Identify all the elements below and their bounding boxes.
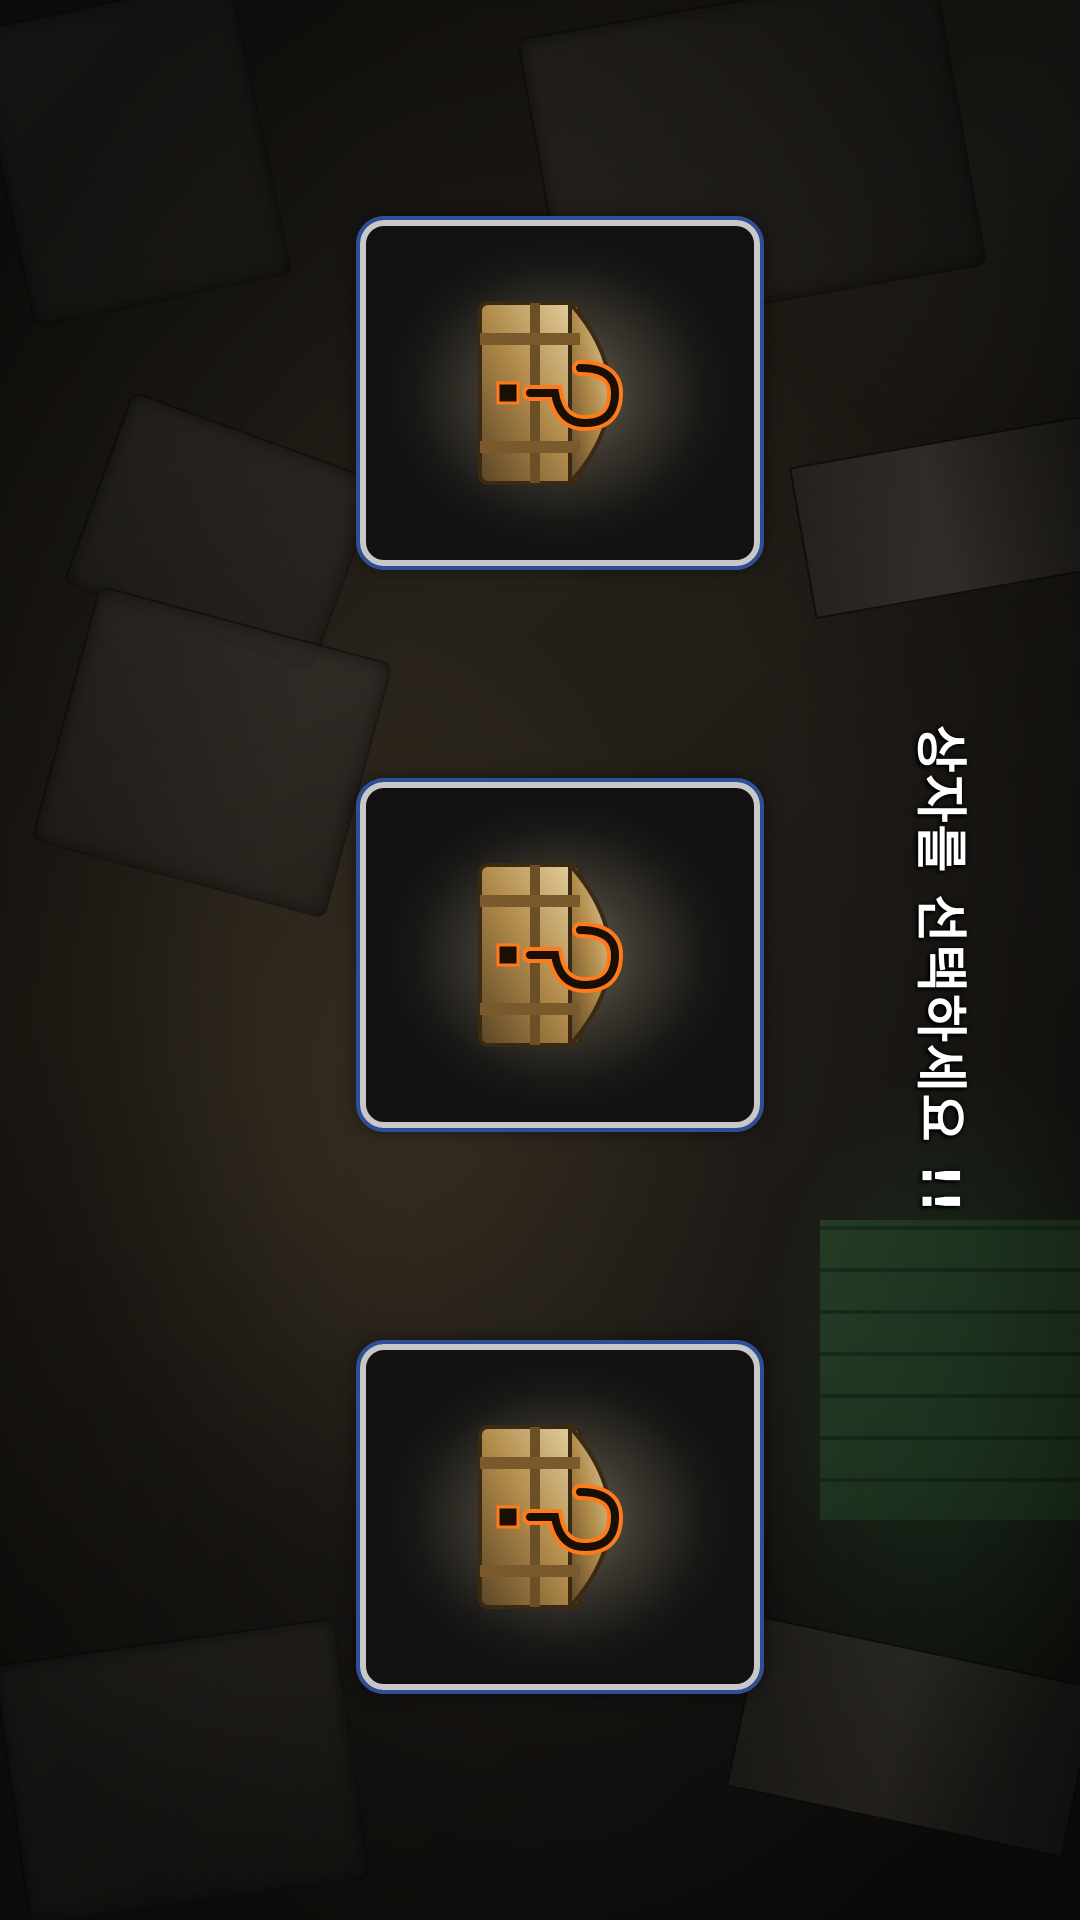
select-chest-prompt: 상자를 선택하세요 !! (909, 724, 970, 1216)
game-scene: 상자를 선택하세요 !! (0, 0, 1080, 1920)
background-stone (0, 1617, 371, 1920)
background-pillar (725, 1616, 1080, 1858)
treasure-chest-icon (478, 297, 624, 489)
treasure-chest-icon (478, 859, 624, 1051)
chest-card-1[interactable] (356, 216, 764, 570)
background-stone (31, 585, 393, 919)
prompt-container: 상자를 선택하세요 !! (910, 640, 975, 1300)
chest-card-2[interactable] (356, 778, 764, 1132)
treasure-chest-icon (478, 1421, 624, 1613)
background-stone (0, 0, 293, 329)
background-pillar (788, 414, 1080, 620)
chest-card-3[interactable] (356, 1340, 764, 1694)
